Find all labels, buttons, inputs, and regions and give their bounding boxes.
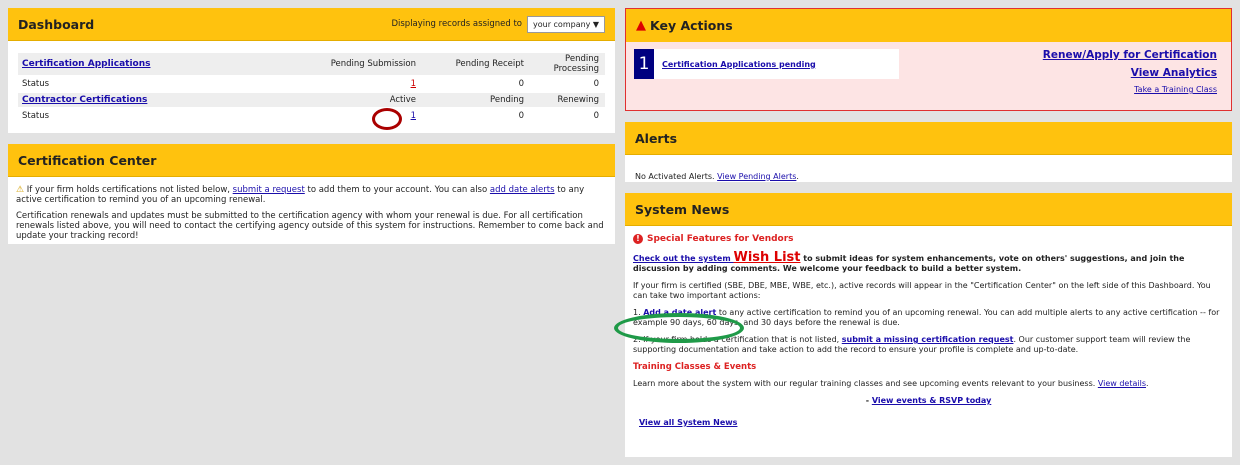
certified-paragraph: If your firm is certified (SBE, DBE, MBE… <box>633 281 1211 300</box>
red-highlight-circle <box>372 108 402 130</box>
pending-count: 0 <box>518 111 524 121</box>
rsvp-line: - View events & RSVP today <box>865 396 992 405</box>
col-pending-receipt: Pending Receipt <box>455 59 524 69</box>
pending-processing-count: 0 <box>593 79 599 89</box>
cert-center-paragraph-1: ⚠ If your firm holds certifications not … <box>16 185 585 205</box>
records-filter: Displaying records assigned to your comp… <box>391 15 605 33</box>
displaying-label: Displaying records assigned to <box>391 19 522 29</box>
take-training-class-link[interactable]: Take a Training Class <box>1134 85 1217 94</box>
training-heading: Training Classes & Events <box>633 362 757 372</box>
alerts-body: No Activated Alerts. View Pending Alerts… <box>635 172 799 181</box>
pending-receipt-count: 0 <box>518 79 524 89</box>
add-date-alerts-link[interactable]: add date alerts <box>490 185 555 195</box>
dashboard-panel: Dashboard Displaying records assigned to… <box>8 8 615 133</box>
cert-apps-header-row: Certification Applications Pending Submi… <box>18 53 605 75</box>
cert-apps-pending-link[interactable]: Certification Applications pending <box>662 60 816 69</box>
col-pending-submission: Pending Submission <box>330 59 416 69</box>
wish-list-link[interactable]: Wish List <box>733 250 800 265</box>
contractor-header-row: Contractor Certifications Active Pending… <box>18 93 605 107</box>
pending-applications-box: 1 Certification Applications pending <box>634 49 899 79</box>
company-select[interactable]: your company ▼ <box>527 15 605 33</box>
key-actions-header: ▲ Key Actions <box>626 9 1231 42</box>
alerts-panel: Alerts No Activated Alerts. View Pending… <box>625 122 1232 182</box>
status-label: Status <box>22 79 50 89</box>
wish-list-prefix-link[interactable]: Check out the system <box>633 254 733 263</box>
key-actions-links: Renew/Apply for Certification View Analy… <box>1043 49 1217 101</box>
contractor-certs-link[interactable]: Contractor Certifications <box>22 95 147 105</box>
contractor-status-row: Status 1 0 0 <box>18 107 605 125</box>
pending-count-badge: 1 <box>634 49 654 79</box>
key-actions-panel: ▲ Key Actions 1 Certification Applicatio… <box>625 8 1232 111</box>
green-highlight-circle <box>614 313 744 343</box>
submit-missing-cert-link[interactable]: submit a missing certification request <box>842 335 1014 344</box>
cert-center-title: Certification Center <box>8 144 615 177</box>
status-label: Status <box>22 111 50 121</box>
certification-center-panel: Certification Center ⚠ If your firm hold… <box>8 144 615 244</box>
submit-request-link[interactable]: submit a request <box>233 185 305 195</box>
col-renewing: Renewing <box>557 95 599 105</box>
training-paragraph: Learn more about the system with our reg… <box>633 379 1149 388</box>
key-actions-title: Key Actions <box>650 18 733 33</box>
view-all-news-link[interactable]: View all System News <box>639 418 737 427</box>
cert-center-body: ⚠ If your firm holds certifications not … <box>8 177 615 255</box>
view-pending-alerts-link[interactable]: View Pending Alerts <box>717 172 796 181</box>
dashboard-grid: Certification Applications Pending Submi… <box>18 53 605 125</box>
renewing-count: 0 <box>593 111 599 121</box>
exclamation-icon: ! <box>633 234 643 244</box>
cert-apps-status-row: Status 1 0 0 <box>18 75 605 93</box>
dashboard-title: Dashboard <box>18 16 95 32</box>
company-select-value: your company <box>533 19 591 29</box>
pending-submission-count[interactable]: 1 <box>411 79 416 89</box>
warning-icon: ⚠ <box>16 185 25 195</box>
system-news-title: System News <box>625 193 1232 226</box>
alert-triangle-icon: ▲ <box>636 18 646 33</box>
cert-apps-link[interactable]: Certification Applications <box>22 59 151 69</box>
wish-list-paragraph: Check out the system Wish List to submit… <box>633 250 1185 273</box>
cert-center-paragraph-2: Certification renewals and updates must … <box>16 211 604 241</box>
view-events-rsvp-link[interactable]: View events & RSVP today <box>872 396 991 405</box>
active-count[interactable]: 1 <box>411 111 416 121</box>
renew-apply-link[interactable]: Renew/Apply for Certification <box>1043 49 1217 61</box>
col-active: Active <box>389 95 416 105</box>
col-pending: Pending <box>490 95 524 105</box>
view-analytics-link[interactable]: View Analytics <box>1131 67 1217 79</box>
special-features-heading: ! Special Features for Vendors <box>633 234 1224 244</box>
dashboard-header: Dashboard Displaying records assigned to… <box>8 8 615 41</box>
alerts-title: Alerts <box>625 122 1232 155</box>
chevron-down-icon: ▼ <box>592 19 599 29</box>
view-details-link[interactable]: View details <box>1098 379 1146 388</box>
col-pending-processing: Pending Processing <box>553 54 599 74</box>
